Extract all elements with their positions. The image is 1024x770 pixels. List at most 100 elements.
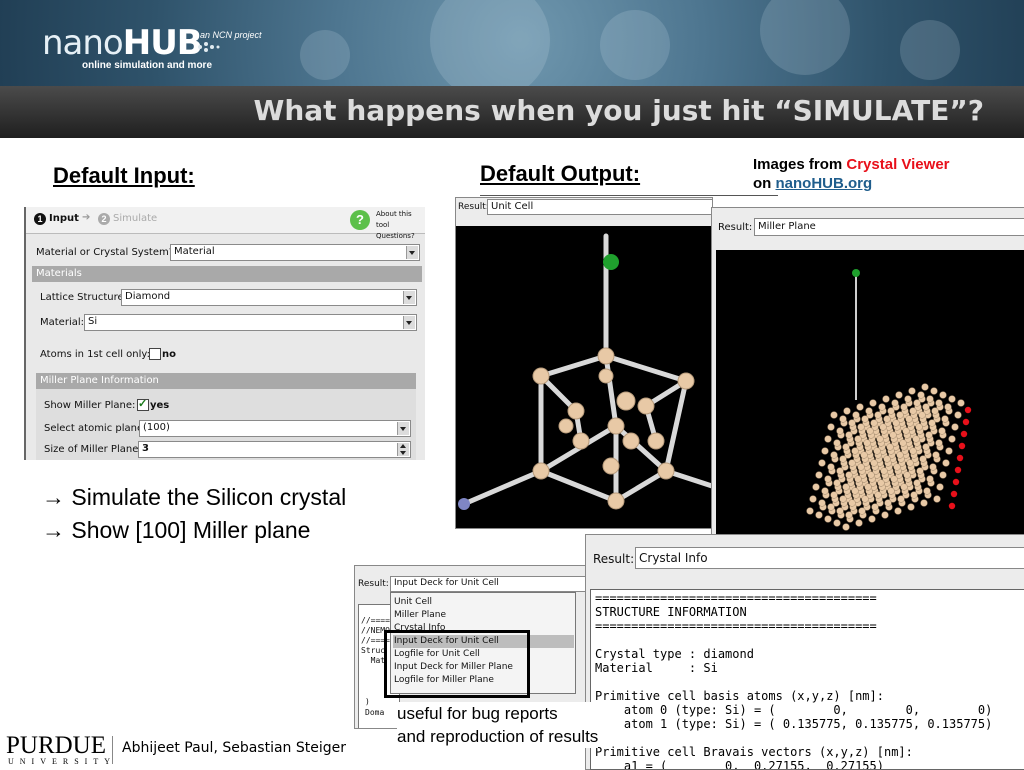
info-line: ======================================= <box>595 619 877 633</box>
lattice-atom <box>809 495 817 503</box>
questions-link[interactable]: Questions? <box>376 232 415 240</box>
lattice-atom <box>933 495 941 503</box>
lattice-atom <box>957 399 965 407</box>
unit-cell-3d-view[interactable] <box>456 226 712 528</box>
material-select[interactable]: Si <box>84 314 417 331</box>
plane-atom <box>958 442 966 450</box>
lattice-atom <box>858 507 866 515</box>
lattice-select[interactable]: Diamond <box>121 289 417 306</box>
lattice-atom <box>895 391 903 399</box>
lattice-atom <box>815 471 823 479</box>
lattice-atom <box>930 387 938 395</box>
nanohub-logo[interactable]: nanoHUB <box>42 23 203 63</box>
lattice-atom <box>926 475 934 483</box>
atoms-first-cell-checkbox[interactable] <box>149 348 161 360</box>
lattice-atom <box>833 519 841 527</box>
result-label: Result: <box>593 552 635 566</box>
plane-atom <box>960 430 968 438</box>
miller-plane-3d-view[interactable] <box>716 250 1024 535</box>
spinner-arrows-icon[interactable] <box>397 443 409 456</box>
dropdown-option[interactable]: Unit Cell <box>393 596 574 609</box>
lattice-atom <box>899 439 907 447</box>
show-miller-label: Show Miller Plane: <box>44 400 136 411</box>
info-line: Primitive cell Bravais vectors (x,y,z) [… <box>595 745 913 759</box>
credit-site-link[interactable]: nanoHUB.org <box>776 175 873 192</box>
plane-atom <box>964 406 972 414</box>
step-simulate[interactable]: Simulate <box>113 213 157 224</box>
lattice-atom <box>874 411 882 419</box>
result-select-miller-plane[interactable]: Miller Plane <box>754 218 1024 236</box>
lattice-atom <box>944 403 952 411</box>
lattice-atom <box>842 523 850 531</box>
lattice-atom <box>839 415 847 423</box>
step-input[interactable]: Input <box>49 213 79 224</box>
lattice-atom <box>864 483 872 491</box>
lattice-atom <box>902 427 910 435</box>
lattice-atom <box>860 451 868 459</box>
miller-section-title: Miller Plane Information <box>40 375 159 386</box>
lattice-atom <box>878 403 886 411</box>
lattice-atom <box>827 423 835 431</box>
credit-on: on <box>753 175 776 192</box>
lattice-atom <box>887 487 895 495</box>
plane-atom <box>950 490 958 498</box>
material-system-value: Material <box>174 246 215 257</box>
lattice-atom <box>852 411 860 419</box>
miller-size-stepper[interactable]: 3 <box>138 441 411 458</box>
lattice-atom <box>842 443 850 451</box>
chevron-down-icon[interactable] <box>397 422 409 435</box>
code-line: Struc <box>361 646 386 655</box>
input-deck-code-tail: ) Doma <box>365 696 384 718</box>
lattice-atom <box>900 483 908 491</box>
miller-size-value: 3 <box>142 443 149 454</box>
lattice-atom <box>913 399 921 407</box>
dropdown-option[interactable]: Miller Plane <box>393 609 574 622</box>
crystal-info-text[interactable]: ======================================= … <box>590 589 1024 770</box>
lattice-atom <box>870 419 878 427</box>
help-icon[interactable]: ? <box>350 210 370 230</box>
info-line: Material : Si <box>595 661 718 675</box>
lattice-atom <box>830 411 838 419</box>
authors: Abhijeet Paul, Sebastian Steiger <box>122 740 347 756</box>
lattice-atom <box>833 439 841 447</box>
step-arrow-icon: ➔ <box>82 212 91 223</box>
lattice-atom <box>887 407 895 415</box>
lattice-atom <box>845 431 853 439</box>
code-line: Doma <box>365 708 385 717</box>
logo-text-hub: HUB <box>122 23 203 63</box>
info-line: Crystal type : diamond <box>595 647 754 661</box>
lattice-atom <box>922 443 930 451</box>
lattice-atom <box>821 447 829 455</box>
result-select-input-deck[interactable]: Input Deck for Unit Cell <box>390 576 587 592</box>
lattice-atom <box>856 403 864 411</box>
info-line: STRUCTURE INFORMATION <box>595 605 747 619</box>
lattice-atom <box>939 391 947 399</box>
lattice-atom <box>936 483 944 491</box>
lattice-atom <box>909 447 917 455</box>
info-line: a1 = ( 0, 0.27155, 0.27155) <box>595 759 884 770</box>
info-line: atom 0 (type: Si) = ( 0, 0, 0) <box>595 703 993 717</box>
show-miller-checkbox[interactable]: ✓ <box>137 398 149 411</box>
chevron-down-icon[interactable] <box>403 316 415 329</box>
lattice-atom <box>843 407 851 415</box>
lattice-atom <box>932 451 940 459</box>
lattice-atom <box>891 399 899 407</box>
about-tool-link[interactable]: About this tool <box>376 210 412 229</box>
atomic-plane-select[interactable]: (100) <box>139 420 411 437</box>
result-select-unit-cell[interactable]: Unit Cell <box>487 199 712 215</box>
crystal-lattice <box>806 383 965 531</box>
chevron-down-icon[interactable] <box>403 291 415 304</box>
lattice-atom <box>855 519 863 527</box>
help-links[interactable]: About this tool Questions? <box>376 209 425 242</box>
lattice-atom <box>863 439 871 447</box>
lattice-atom <box>922 403 930 411</box>
unit-cell-render <box>458 233 712 510</box>
result-value: Input Deck for Unit Cell <box>394 578 499 588</box>
step-1-icon: 1 <box>34 213 46 225</box>
material-system-select[interactable]: Material <box>170 244 420 261</box>
lattice-atom <box>848 459 856 467</box>
result-select-crystal-info[interactable]: Crystal Info <box>635 547 1024 569</box>
chevron-down-icon[interactable] <box>406 246 418 259</box>
lattice-atom <box>908 387 916 395</box>
lattice-atom <box>948 395 956 403</box>
